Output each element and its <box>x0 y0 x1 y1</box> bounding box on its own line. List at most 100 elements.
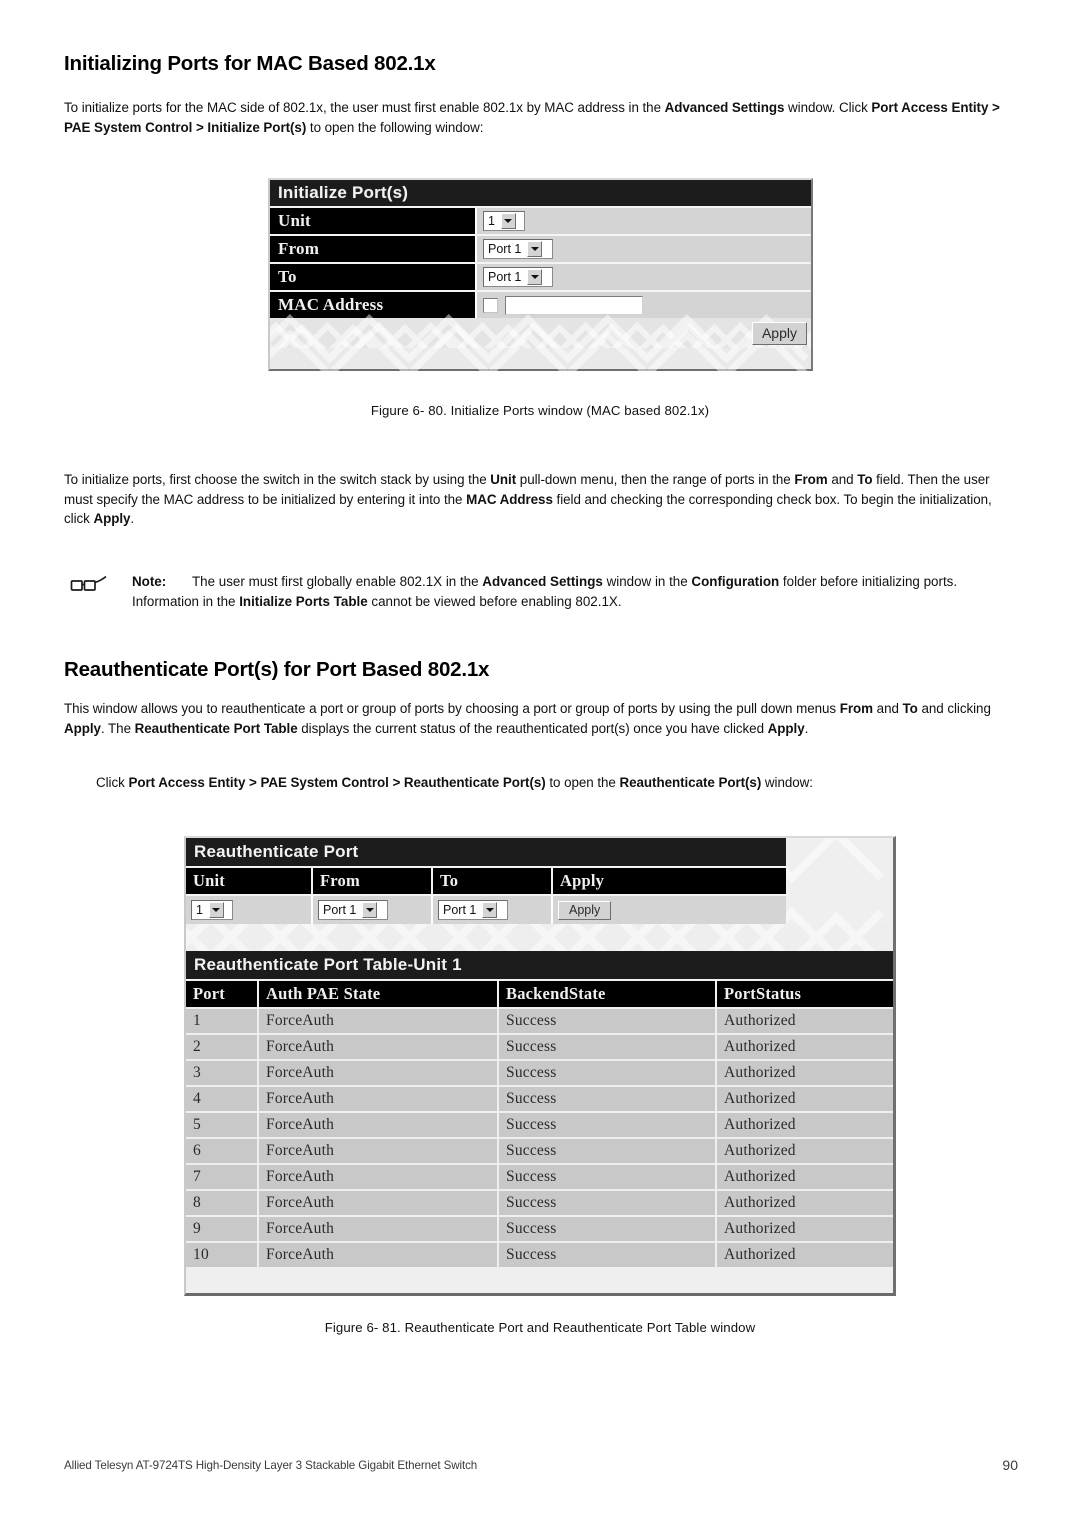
cell-port: 10 <box>186 1241 258 1267</box>
table-row: 5 ForceAuth Success Authorized <box>186 1111 893 1138</box>
cell-auth-pae-state: ForceAuth <box>257 1059 498 1086</box>
cell-port: 4 <box>186 1085 258 1112</box>
cell-port-status: Authorized <box>715 1241 893 1267</box>
cell-backend-state: Success <box>497 1163 716 1190</box>
table-header-port: Port <box>186 979 258 1008</box>
page-title-reauthenticate-ports: Reauthenticate Port(s) for Port Based 80… <box>64 658 490 681</box>
from-port-select-value: Port 1 <box>488 242 522 256</box>
unit-select-value: 1 <box>488 214 495 228</box>
label-to: To <box>270 264 475 290</box>
table-row: 6 ForceAuth Success Authorized <box>186 1137 893 1164</box>
chevron-down-icon[interactable] <box>527 241 543 257</box>
note-block: Note: The user must first globally enable… <box>64 572 1020 611</box>
cell-port-status: Authorized <box>715 1059 893 1086</box>
mac-address-checkbox[interactable] <box>483 297 498 313</box>
label-mac-address: MAC Address <box>270 292 475 318</box>
cell-auth-pae-state: ForceAuth <box>257 1033 498 1060</box>
document-page: Initializing Ports for MAC Based 802.1x … <box>0 0 1080 1527</box>
table-row: 2 ForceAuth Success Authorized <box>186 1033 893 1060</box>
table-row: 7 ForceAuth Success Authorized <box>186 1163 893 1190</box>
field-row-unit: Unit 1 <box>270 206 811 234</box>
figure-caption-81: Figure 6- 81. Reauthenticate Port and Re… <box>324 1320 756 1335</box>
panel-header-to: To <box>431 868 551 894</box>
reauth-unit-select[interactable]: 1 <box>191 900 233 920</box>
cell-backend-state: Success <box>497 1111 716 1138</box>
table-row: 10 ForceAuth Success Authorized <box>186 1241 893 1267</box>
cell-backend-state: Success <box>497 1241 716 1267</box>
cell-port-status: Authorized <box>715 1085 893 1112</box>
chevron-down-icon[interactable] <box>482 902 498 918</box>
table-row: 8 ForceAuth Success Authorized <box>186 1189 893 1216</box>
reauth-from-select-value: Port 1 <box>323 903 357 917</box>
cell-port: 2 <box>186 1033 258 1060</box>
cell-port: 1 <box>186 1007 258 1034</box>
eyeglasses-icon <box>70 575 107 591</box>
mac-address-input[interactable] <box>505 295 643 315</box>
chevron-down-icon[interactable] <box>362 902 378 918</box>
figure-caption-80: Figure 6- 80. Initialize Ports window (M… <box>370 403 710 418</box>
cell-port-status: Authorized <box>715 1215 893 1242</box>
cell-port-status: Authorized <box>715 1111 893 1138</box>
reauth-from-select[interactable]: Port 1 <box>318 900 388 920</box>
from-port-select[interactable]: Port 1 <box>483 239 553 259</box>
cell-backend-state: Success <box>497 1007 716 1034</box>
cell-auth-pae-state: ForceAuth <box>257 1215 498 1242</box>
table-body: 1 ForceAuth Success Authorized 2 ForceAuth Suc… <box>186 1007 893 1267</box>
unit-select[interactable]: 1 <box>483 211 525 231</box>
chevron-down-icon[interactable] <box>527 269 543 285</box>
chevron-down-icon[interactable] <box>500 213 516 229</box>
cell-backend-state: Success <box>497 1059 716 1086</box>
cell-port-status: Authorized <box>715 1033 893 1060</box>
table-title-reauthenticate-port-table: Reauthenticate Port Table-Unit 1 <box>186 951 893 979</box>
field-row-to: To Port 1 <box>270 262 811 290</box>
footer-product-name: Allied Telesyn AT-9724TS High-Density La… <box>64 1459 478 1472</box>
control-cell-apply: Apply <box>551 896 786 924</box>
cell-port: 7 <box>186 1163 258 1190</box>
control-cell-unit: 1 <box>186 896 311 924</box>
paragraph-initialize-intro: To initialize ports for the MAC side of … <box>64 100 1000 135</box>
panel-header-from: From <box>311 868 431 894</box>
paragraph-reauth-navigation: Click Port Access Entity > PAE System Co… <box>96 775 813 790</box>
page-title-initializing-ports: Initializing Ports for MAC Based 802.1x <box>64 52 436 75</box>
watermark-pattern <box>270 321 811 348</box>
cell-port-status: Authorized <box>715 1007 893 1034</box>
field-row-from: From Port 1 <box>270 234 811 262</box>
control-cell-to: Port 1 <box>431 896 551 924</box>
reauth-to-select[interactable]: Port 1 <box>438 900 508 920</box>
cell-auth-pae-state: ForceAuth <box>257 1111 498 1138</box>
table-header-port-status: PortStatus <box>715 979 893 1008</box>
reauthenticate-port-table: Port Auth PAE State BackendState PortSta… <box>186 979 893 1267</box>
cell-port-status: Authorized <box>715 1137 893 1164</box>
footer-page-number: 90 <box>1002 1457 1018 1473</box>
to-port-select[interactable]: Port 1 <box>483 267 553 287</box>
reauthenticate-port-window: Reauthenticate Port Unit From To Apply 1 <box>184 836 896 1296</box>
cell-backend-state: Success <box>497 1137 716 1164</box>
value-cell-from: Port 1 <box>475 236 811 262</box>
cell-port: 6 <box>186 1137 258 1164</box>
panel-header-row: Unit From To Apply <box>186 866 786 894</box>
cell-backend-state: Success <box>497 1215 716 1242</box>
value-cell-mac-address <box>475 292 811 318</box>
table-row: 1 ForceAuth Success Authorized <box>186 1007 893 1034</box>
cell-auth-pae-state: ForceAuth <box>257 1241 498 1267</box>
cell-auth-pae-state: ForceAuth <box>257 1189 498 1216</box>
window-title-initialize-ports: Initialize Port(s) <box>270 180 811 206</box>
cell-port-status: Authorized <box>715 1189 893 1216</box>
cell-port: 9 <box>186 1215 258 1242</box>
panel-header-apply: Apply <box>551 868 786 894</box>
paragraph-reauth-intro: This window allows you to reauthenticate… <box>64 701 991 736</box>
apply-button[interactable]: Apply <box>751 321 807 345</box>
note-body: Note: The user must first globally enable… <box>132 572 1020 611</box>
panel-header-unit: Unit <box>193 871 225 890</box>
reauth-to-select-value: Port 1 <box>443 903 477 917</box>
reauth-apply-button[interactable]: Apply <box>558 900 612 920</box>
table-header-auth-pae-state: Auth PAE State <box>257 979 498 1008</box>
value-cell-unit: 1 <box>475 208 811 234</box>
panel-control-row: 1 Port 1 Port 1 Apply <box>186 894 786 924</box>
chevron-down-icon[interactable] <box>208 902 224 918</box>
initialize-ports-window: Initialize Port(s) Unit 1 From Port 1 To… <box>268 178 813 372</box>
cell-port: 8 <box>186 1189 258 1216</box>
table-row: 9 ForceAuth Success Authorized <box>186 1215 893 1242</box>
panel-title-reauthenticate-port: Reauthenticate Port <box>186 838 786 866</box>
panel-gap-band <box>186 924 893 951</box>
